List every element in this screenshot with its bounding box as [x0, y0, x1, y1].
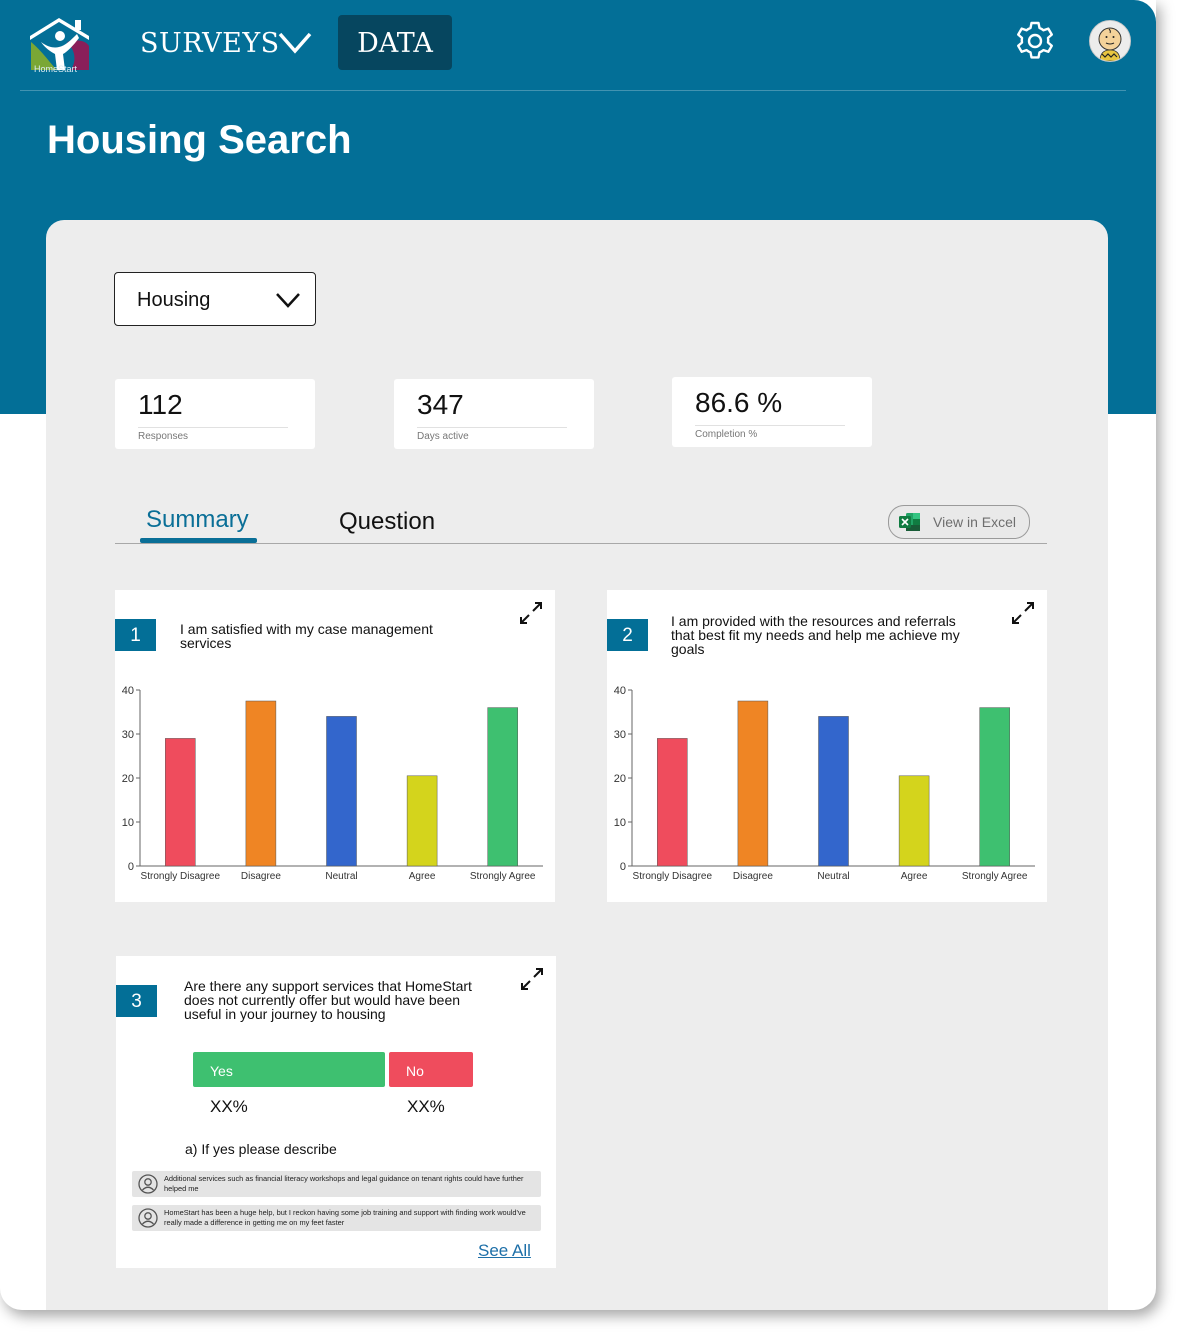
response-item: HomeStart has been a huge help, but I re… [132, 1205, 541, 1231]
stat-value: 86.6 % [695, 387, 783, 418]
stat-value: 347 [417, 389, 464, 420]
dashboard-panel: Housing 112 Responses 347 Days active 86… [46, 220, 1108, 1310]
no-label: No [406, 1063, 424, 1079]
y-tick-label: 10 [122, 817, 134, 829]
response-text: HomeStart has been a huge help, but I re… [164, 1208, 526, 1227]
y-tick-label: 30 [122, 729, 134, 741]
no-percentage: XX% [407, 1097, 445, 1116]
survey-select-value: Housing [137, 289, 211, 311]
sub-question: a) If yes please describe [185, 1141, 337, 1157]
question-card-2: 2 I am provided with the resources and r… [607, 590, 1047, 902]
x-tick-label: Strongly Agree [470, 871, 536, 882]
expand-icon[interactable] [518, 600, 544, 631]
x-tick-label: Agree [409, 871, 436, 882]
stat-days-active: 347 Days active [394, 379, 594, 449]
tab-question[interactable]: Question [339, 508, 435, 536]
y-tick-label: 40 [614, 685, 626, 697]
question-text: I am provided with the resources and ref… [671, 613, 960, 657]
question-card-1: 1 I am satisfied with my case management… [115, 590, 555, 902]
tabs-divider [115, 543, 1047, 544]
avatar[interactable] [1089, 20, 1131, 62]
response-item: Additional services such as financial li… [132, 1171, 541, 1197]
x-tick-label: Neutral [817, 871, 849, 882]
chevron-down-icon[interactable] [277, 30, 313, 61]
y-tick-label: 20 [122, 773, 134, 785]
view-in-excel-label: View in Excel [933, 514, 1017, 530]
stat-label: Days active [417, 427, 567, 442]
question-number: 2 [607, 619, 648, 651]
bar-chart-q1: 0 10 20 30 40 Strongly Disagree Disagree Neutra… [122, 685, 543, 882]
question-card-3: 3 Are there any support services that Ho… [116, 956, 556, 1268]
user-icon [138, 1174, 158, 1199]
bar [818, 716, 849, 867]
logo-text: HomeStart [34, 64, 78, 74]
y-tick-label: 40 [122, 685, 134, 697]
stat-label: Completion % [695, 425, 845, 440]
excel-icon [899, 512, 921, 537]
x-tick-label: Disagree [241, 871, 281, 882]
nav-surveys[interactable]: SURVEYS [140, 28, 280, 59]
bar [406, 775, 438, 867]
expand-icon[interactable] [1010, 600, 1036, 631]
x-tick-label: Strongly Disagree [633, 871, 713, 882]
y-tick-label: 10 [614, 817, 626, 829]
question-number: 3 [116, 985, 157, 1017]
question-text: I am satisfied with my case management s… [180, 621, 433, 651]
bar [737, 700, 769, 867]
y-tick-label: 0 [620, 861, 626, 873]
chevron-down-icon [275, 291, 301, 314]
y-tick-label: 0 [128, 861, 134, 873]
stat-completion: 86.6 % Completion % [672, 377, 872, 447]
see-all-link[interactable]: See All [478, 1241, 531, 1261]
question-text: Are there any support services that Home… [184, 978, 472, 1022]
question-number: 1 [115, 619, 156, 651]
expand-icon[interactable] [519, 966, 545, 997]
bar [898, 775, 930, 867]
y-tick-label: 30 [614, 729, 626, 741]
bar-chart-q2: 0 10 20 30 40 Strongly Disagree Disagree Neutra… [614, 685, 1035, 882]
user-icon [138, 1208, 158, 1233]
view-in-excel-button[interactable]: View in Excel [888, 505, 1030, 539]
x-tick-label: Strongly Agree [962, 871, 1028, 882]
yes-bar[interactable]: Yes [193, 1052, 385, 1087]
stat-responses: 112 Responses [115, 379, 315, 449]
gear-icon[interactable] [1014, 20, 1056, 67]
bar [245, 700, 277, 867]
page-title: Housing Search [47, 118, 352, 162]
app-window: HomeStart SURVEYS DATA Housing Search Ho… [0, 0, 1156, 1310]
bar [979, 707, 1010, 867]
nav-data[interactable]: DATA [338, 15, 452, 70]
tab-summary[interactable]: Summary [146, 506, 249, 534]
yes-percentage: XX% [210, 1097, 248, 1116]
bar [165, 738, 196, 867]
x-tick-label: Disagree [733, 871, 773, 882]
bar [487, 707, 518, 867]
x-tick-label: Agree [901, 871, 928, 882]
stat-label: Responses [138, 427, 288, 442]
response-text: Additional services such as financial li… [164, 1174, 524, 1193]
header-divider [20, 90, 1126, 91]
no-bar[interactable]: No [389, 1052, 473, 1087]
bar [657, 738, 688, 867]
bar [326, 716, 357, 867]
x-tick-label: Neutral [325, 871, 357, 882]
stat-value: 112 [138, 389, 183, 420]
x-tick-label: Strongly Disagree [141, 871, 221, 882]
survey-select[interactable]: Housing [114, 272, 316, 326]
yes-label: Yes [210, 1063, 233, 1079]
y-tick-label: 20 [614, 773, 626, 785]
